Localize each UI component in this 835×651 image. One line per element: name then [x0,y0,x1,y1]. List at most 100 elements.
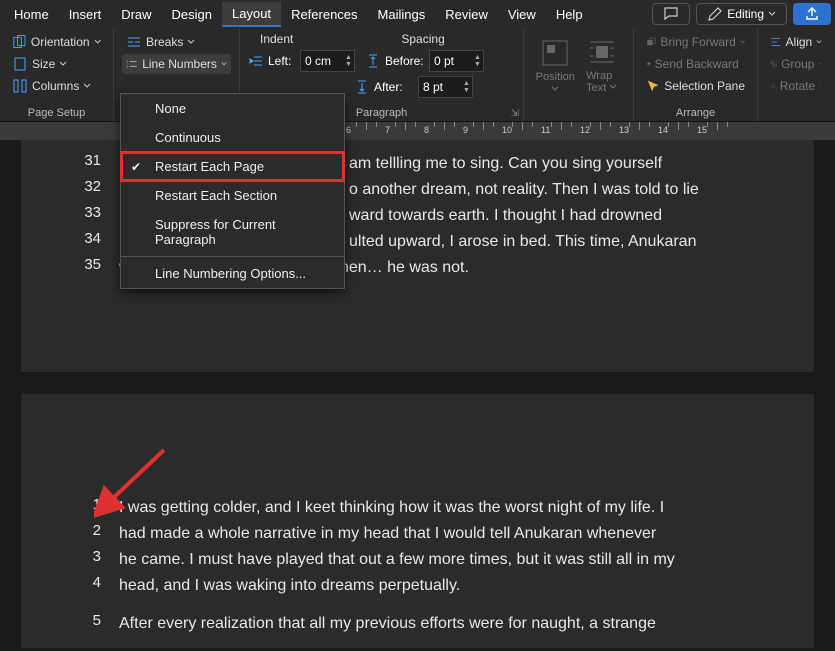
line-numbers-option[interactable]: None [121,94,344,123]
line-number: 2 [81,522,119,539]
indent-header: Indent [260,32,293,46]
group-dropdown: Group [766,54,826,74]
chevron-down-icon [609,83,617,91]
menu-layout[interactable]: Layout [222,2,281,27]
line-number: 34 [81,230,119,247]
ribbon-group-arrange-mid: Bring Forward Send Backward Selection Pa… [634,28,758,121]
menu-mailings[interactable]: Mailings [368,3,436,26]
line-number: 32 [81,178,119,195]
breaks-icon [126,34,142,50]
comment-icon [663,6,679,22]
menu-draw[interactable]: Draw [111,3,161,26]
selection-pane-button[interactable]: Selection Pane [642,76,749,96]
group-icon [770,56,777,72]
line-text[interactable]: After every realization that all my prev… [119,612,754,636]
chevron-down-icon [94,38,101,46]
line-numbers-option[interactable]: Restart Each Section [121,181,344,210]
spacing-before-input[interactable] [430,54,472,68]
align-icon [770,34,782,50]
line-number: 31 [81,152,119,169]
send-backward-button: Send Backward [642,54,749,74]
line-numbering-options[interactable]: Line Numbering Options... [121,259,344,288]
menubar: Home Insert Draw Design Layout Reference… [0,0,835,28]
pencil-icon [707,6,723,22]
svg-text:2: 2 [126,64,129,69]
line-text[interactable]: head, and I was waking into dreams perpe… [119,574,754,598]
indent-left-spinner[interactable]: ▲▼ [300,50,355,72]
left-label: Left: [268,54,296,68]
rotate-dropdown: Rotate [766,76,826,96]
line-number: 33 [81,204,119,221]
line-number: 35 [81,256,119,273]
after-label: After: [374,80,414,94]
menu-references[interactable]: References [281,3,367,26]
group-label-arrange: Arrange [634,107,757,119]
chevron-down-icon [740,38,745,46]
doc-line[interactable]: 4head, and I was waking into dreams perp… [81,574,754,598]
position-icon [539,37,571,69]
line-numbers-icon: 12 [126,56,138,72]
chevron-down-icon [221,60,227,68]
menu-home[interactable]: Home [4,3,59,26]
columns-dropdown[interactable]: Columns [8,76,105,96]
page-size-icon [12,56,28,72]
line-text[interactable]: he came. I must have played that out a f… [119,548,754,572]
doc-line[interactable]: 1I was getting colder, and I keet thinki… [81,496,754,520]
menu-design[interactable]: Design [162,3,222,26]
line-text[interactable]: had made a whole narrative in my head th… [119,522,754,546]
line-text[interactable]: I was getting colder, and I keet thinkin… [119,496,754,520]
chevron-down-icon [818,60,822,68]
chevron-down-icon [83,82,91,90]
menu-help[interactable]: Help [546,3,593,26]
indent-left-input[interactable] [301,54,343,68]
chevron-down-icon [743,60,745,68]
spacing-after-icon [354,79,370,95]
spacing-before-icon [365,53,381,69]
size-dropdown[interactable]: Size [8,54,105,74]
wrap-text-button: WrapText [579,32,626,98]
indent-left-icon [248,53,264,69]
chevron-down-icon [59,60,67,68]
columns-icon [12,78,28,94]
wrap-text-icon [586,36,618,68]
send-backward-icon [646,56,651,72]
menu-insert[interactable]: Insert [59,3,112,26]
breaks-dropdown[interactable]: Breaks [122,32,231,52]
editing-label: Editing [727,7,764,21]
spacing-header: Spacing [401,32,444,46]
orientation-dropdown[interactable]: Orientation [8,32,105,52]
doc-line[interactable]: 5After every realization that all my pre… [81,612,754,636]
menu-view[interactable]: View [498,3,546,26]
spacing-after-input[interactable] [419,80,461,94]
paragraph-launcher[interactable]: ⇲ [511,108,519,119]
line-number: 5 [81,612,119,629]
spacing-before-spinner[interactable]: ▲▼ [429,50,484,72]
line-number: 3 [81,548,119,565]
ribbon-group-object: Position WrapText [524,28,634,121]
line-numbers-dropdown[interactable]: 12 Line Numbers [122,54,231,74]
rotate-icon [770,78,776,94]
ribbon-group-arrange-right: Align Group Rotate [758,28,834,121]
ribbon-group-page-setup-left: Orientation Size Columns Page Setup [0,28,114,121]
chevron-down-icon [551,85,559,93]
chevron-down-icon [768,10,776,18]
bring-forward-icon [646,34,656,50]
line-numbers-option[interactable]: Continuous [121,123,344,152]
editing-mode-button[interactable]: Editing [696,3,787,25]
share-button[interactable] [793,3,831,25]
bring-forward-button: Bring Forward [642,32,749,52]
line-numbers-option[interactable]: Suppress for Current Paragraph [121,210,344,254]
doc-line[interactable]: 2had made a whole narrative in my head t… [81,522,754,546]
doc-line[interactable]: 3he came. I must have played that out a … [81,548,754,572]
line-number: 4 [81,574,119,591]
selection-pane-icon [646,78,660,94]
comments-button[interactable] [652,3,690,25]
before-label: Before: [385,54,425,68]
spacing-after-spinner[interactable]: ▲▼ [418,76,473,98]
align-dropdown[interactable]: Align [766,32,826,52]
orientation-icon [12,34,27,50]
page-2: 1I was getting colder, and I keet thinki… [21,394,814,648]
menu-review[interactable]: Review [435,3,498,26]
line-numbers-option[interactable]: Restart Each Page [121,152,344,181]
chevron-down-icon [816,38,822,46]
